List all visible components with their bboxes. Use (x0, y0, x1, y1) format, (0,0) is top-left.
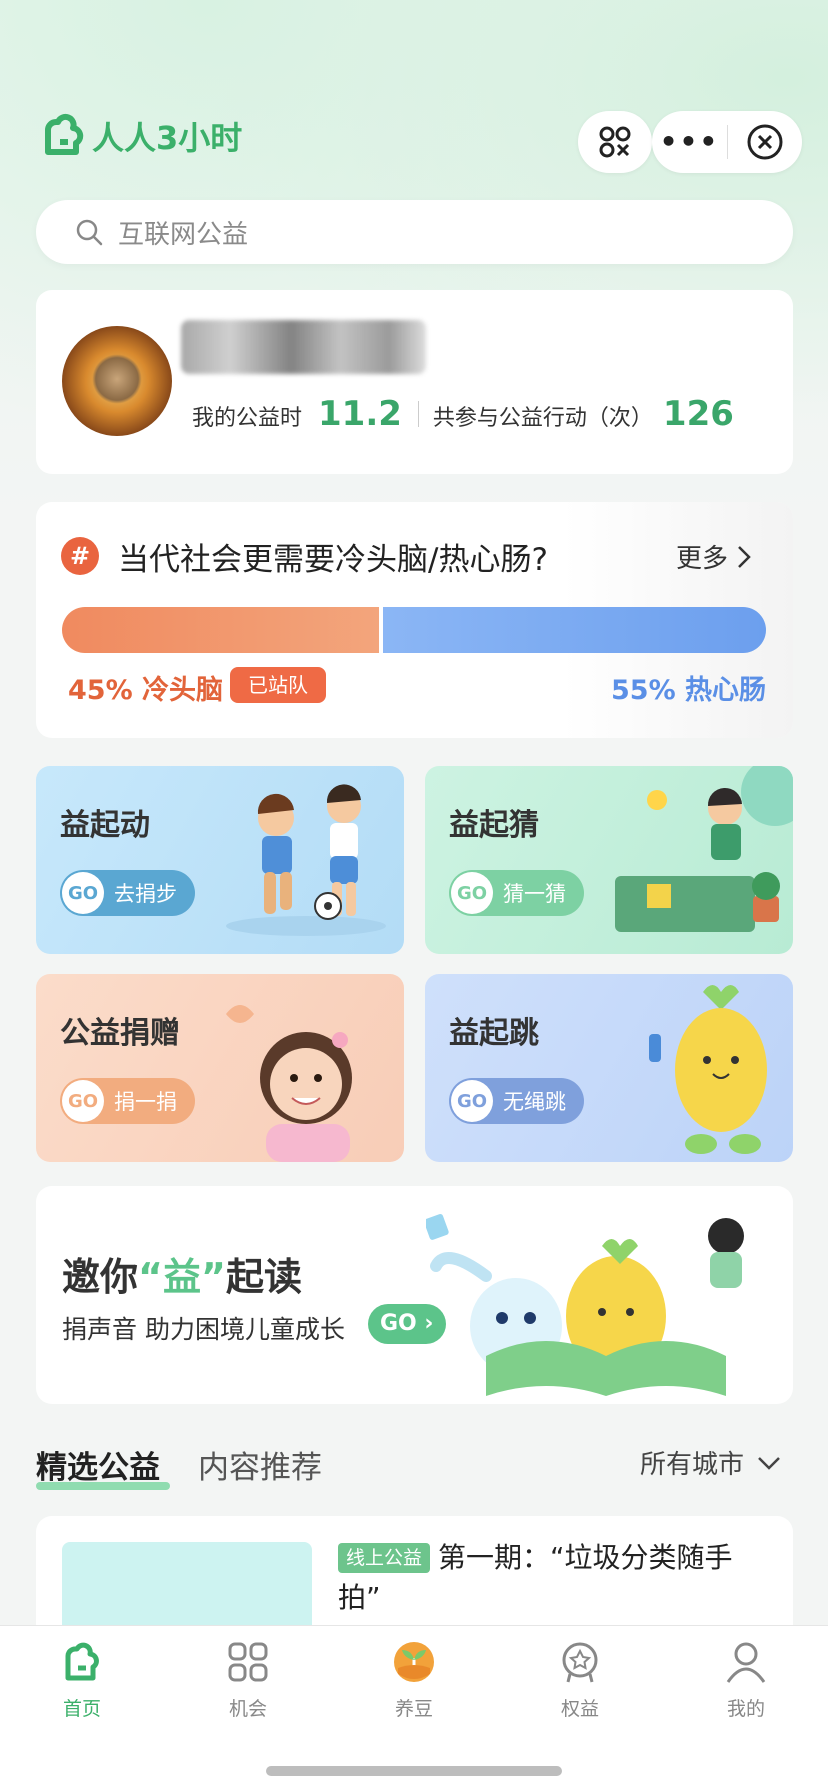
go-badge: GO (62, 1080, 104, 1122)
chevron-right-icon (738, 545, 751, 568)
nav-label: 我的 (726, 1698, 765, 1720)
bean-mascot-jumping-illustration (649, 985, 767, 1154)
tile-title: 益起跳 (449, 1016, 539, 1051)
stats-divider (417, 401, 419, 427)
go-badge: GO (451, 1080, 493, 1122)
hours-value: 11.2 (318, 394, 402, 434)
right-option-label: 55% 热心肠 (611, 675, 767, 706)
kids-playing-football-illustration (226, 784, 386, 936)
tab-active-indicator (36, 1482, 170, 1490)
search-bar[interactable]: 互联网公益 (36, 200, 793, 264)
go-button[interactable]: GO 捐一捐 (60, 1078, 195, 1124)
actions-value: 126 (662, 394, 734, 434)
mini-program-capsule: ••• (652, 111, 802, 173)
search-placeholder: 互联网公益 (118, 219, 249, 250)
go-badge: GO (62, 872, 104, 914)
scan-icon (599, 126, 631, 158)
chevron-down-icon (758, 1456, 780, 1470)
list-item-title: 线上公益 第一期：“垃圾分类随手拍” (338, 1538, 758, 1618)
topic-title: 当代社会更需要冷头脑/热心肠? (118, 542, 548, 578)
reading-banner[interactable]: 邀你“益”起读 捐声音 助力困境儿童成长 GO › (36, 1186, 793, 1404)
tile-exercise[interactable]: 益起动 GO 去捐步 (36, 766, 404, 954)
tile-guess[interactable]: 益起猜 GO 猜一猜 (425, 766, 793, 954)
close-icon (747, 124, 783, 160)
scan-button[interactable] (578, 111, 652, 173)
nav-item-beans[interactable]: 养豆 (354, 1640, 474, 1721)
sprout-icon (394, 1642, 434, 1682)
home-indicator (266, 1766, 562, 1776)
poll-bar-left[interactable] (62, 607, 379, 653)
reading-title-quote: “益” (138, 1255, 226, 1299)
logo-icon (45, 113, 84, 155)
profile-card[interactable]: 我的公益时 11.2 共参与公益行动（次） 126 (36, 290, 793, 474)
logo-text: 人人3小时 (92, 119, 243, 157)
more-label: 更多 (676, 544, 729, 574)
close-button[interactable] (728, 123, 802, 161)
student-at-desk-illustration (615, 766, 793, 932)
poll-bar-right[interactable] (382, 607, 766, 653)
go-label: 无绳跳 (503, 1090, 566, 1114)
username-redacted (181, 320, 426, 374)
reading-title-post: 起读 (225, 1255, 302, 1299)
tab-featured[interactable]: 精选公益 (36, 1442, 160, 1487)
nav-item-benefits[interactable]: 权益 (520, 1640, 640, 1721)
go-label: 去捐步 (114, 882, 177, 906)
go-button[interactable]: GO 去捐步 (60, 870, 195, 916)
tile-jump-rope[interactable]: 益起跳 GO 无绳跳 (425, 974, 793, 1162)
home-icon (65, 1642, 99, 1681)
reading-title-pre: 邀你 (62, 1255, 139, 1299)
nav-label: 养豆 (394, 1698, 433, 1720)
tile-donation[interactable]: 公益捐赠 GO 捐一捐 (36, 974, 404, 1162)
more-menu-button[interactable]: ••• (652, 111, 727, 173)
nav-label: 机会 (228, 1698, 267, 1720)
nav-label: 首页 (62, 1698, 101, 1720)
grid-icon (228, 1642, 268, 1682)
nav-item-opportunities[interactable]: 机会 (188, 1640, 308, 1721)
topic-more-link[interactable]: 更多 (676, 538, 752, 575)
nav-item-home[interactable]: 首页 (22, 1640, 142, 1721)
search-icon (76, 219, 103, 246)
go-button[interactable]: GO 猜一猜 (449, 870, 584, 916)
mascots-reading-book-illustration (426, 1214, 744, 1396)
tile-title: 益起动 (60, 808, 150, 843)
actions-label: 共参与公益行动（次） (432, 406, 653, 431)
reading-subtitle: 捐声音 助力困境儿童成长 (62, 1315, 345, 1344)
tile-title: 公益捐赠 (60, 1016, 180, 1051)
list-item-tag: 线上公益 (338, 1543, 431, 1573)
nav-label: 权益 (560, 1698, 599, 1720)
go-badge: GO (451, 872, 493, 914)
poll-bar (62, 607, 766, 653)
reading-title: 邀你“益”起读 (62, 1246, 302, 1301)
badge-icon (562, 1642, 598, 1683)
topic-poll-card[interactable]: # 当代社会更需要冷头脑/热心肠? 更多 45% 冷头脑 已站队 55% 热心肠 (36, 502, 793, 738)
go-label: 猜一猜 (503, 882, 566, 906)
hashtag-icon: # (61, 537, 99, 575)
smiling-girl-photo (226, 1005, 352, 1162)
nav-item-me[interactable]: 我的 (686, 1640, 806, 1721)
avatar[interactable] (62, 326, 172, 436)
city-filter-label: 所有城市 (640, 1450, 745, 1480)
app-logo: 人人3小时 (38, 112, 242, 160)
left-option-label: 45% 冷头脑 (68, 675, 224, 706)
profile-stats: 我的公益时 11.2 共参与公益行动（次） 126 (192, 394, 734, 434)
tab-recommended[interactable]: 内容推荐 (198, 1442, 322, 1487)
stance-badge: 已站队 (230, 667, 326, 703)
hours-label: 我的公益时 (192, 406, 303, 431)
city-filter[interactable]: 所有城市 (640, 1444, 782, 1481)
tile-title: 益起猜 (449, 808, 539, 843)
go-button[interactable]: GO 无绳跳 (449, 1078, 584, 1124)
user-icon (726, 1642, 766, 1683)
go-label: 捐一捐 (114, 1090, 177, 1114)
